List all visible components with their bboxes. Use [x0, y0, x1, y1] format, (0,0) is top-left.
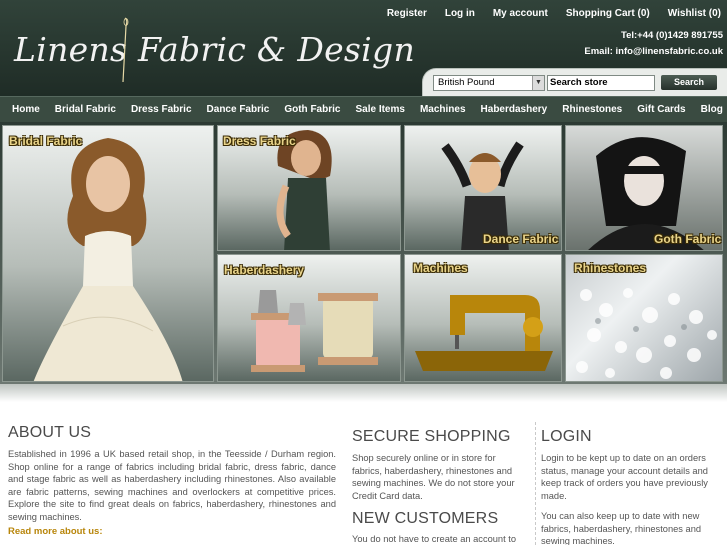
tile-label-bridal-fabric: Bridal Fabric	[9, 134, 83, 148]
nav-item-dress-fabric[interactable]: Dress Fabric	[131, 104, 192, 115]
tile-label-haberdashery: Haberdashery	[224, 263, 305, 277]
nav-item-rhinestones[interactable]: Rhinestones	[562, 104, 622, 115]
account-links: Register Log in My account Shopping Cart…	[387, 8, 721, 19]
secure-shopping-section: SECURE SHOPPING Shop securely online or …	[352, 428, 528, 545]
about-us-section: ABOUT US Established in 1996 a UK based …	[8, 424, 336, 537]
tile-label-goth-fabric: Goth Fabric	[654, 232, 722, 246]
login-section: LOGIN Login to be kept up to date on an …	[541, 428, 711, 545]
nav-item-blog[interactable]: Blog	[701, 104, 723, 115]
about-us-text: Established in 1996 a UK based retail sh…	[8, 449, 336, 522]
search-bar: British Pound ▼ Search store Search	[422, 68, 727, 96]
login-text-1: Login to be kept up to date on an orders…	[541, 453, 708, 501]
bride-image	[33, 138, 183, 381]
tile-machines[interactable]: Machines	[404, 254, 562, 382]
site-logo[interactable]: Linens Fabric & Design	[14, 30, 415, 69]
email-text[interactable]: Email: info@linensfabric.co.uk	[584, 46, 723, 57]
search-input[interactable]: Search store	[547, 75, 655, 91]
new-customers-text: You do not have to create an account to …	[352, 534, 517, 544]
main-nav: Home Bridal Fabric Dress Fabric Dance Fa…	[0, 96, 727, 122]
nav-item-dance-fabric[interactable]: Dance Fabric	[207, 104, 270, 115]
nav-item-gift-cards[interactable]: Gift Cards	[637, 104, 685, 115]
shopping-cart-link[interactable]: Shopping Cart (0)	[566, 8, 650, 19]
tile-goth-fabric[interactable]: Goth Fabric	[565, 125, 723, 251]
column-divider	[535, 422, 536, 545]
tile-dance-fabric[interactable]: Dance Fabric	[404, 125, 562, 251]
read-more-link[interactable]: Read more about us:	[8, 526, 336, 537]
tile-dress-fabric[interactable]: Dress Fabric	[217, 125, 401, 251]
register-link[interactable]: Register	[387, 8, 427, 19]
nav-item-goth-fabric[interactable]: Goth Fabric	[284, 104, 340, 115]
currency-select[interactable]: British Pound ▼	[433, 75, 545, 91]
my-account-link[interactable]: My account	[493, 8, 548, 19]
tile-label-dance-fabric: Dance Fabric	[483, 232, 559, 246]
about-us-heading: ABOUT US	[8, 424, 92, 441]
new-customers-heading: NEW CUSTOMERS	[352, 510, 499, 527]
secure-shopping-heading: SECURE SHOPPING	[352, 428, 511, 445]
login-heading: LOGIN	[541, 428, 592, 445]
login-link[interactable]: Log in	[445, 8, 475, 19]
tile-label-machines: Machines	[413, 261, 468, 275]
tile-bridal-fabric[interactable]: Bridal Fabric	[2, 125, 214, 382]
secure-shopping-text: Shop securely online or in store for fab…	[352, 453, 515, 501]
nav-item-home[interactable]: Home	[12, 104, 40, 115]
new-customers-section: NEW CUSTOMERS You do not have to create …	[352, 510, 528, 545]
category-banner: Bridal Fabric Dress Fabric Dance Fabric	[0, 122, 727, 384]
nav-item-haberdashery[interactable]: Haberdashery	[481, 104, 548, 115]
tile-label-rhinestones: Rhinestones	[574, 261, 647, 275]
tile-rhinestones[interactable]: Rhinestones	[565, 254, 723, 382]
needle-icon	[122, 17, 129, 83]
search-button[interactable]: Search	[661, 75, 717, 90]
chevron-down-icon[interactable]: ▼	[532, 76, 544, 90]
login-text-2: You can also keep up to date with new fa…	[541, 511, 702, 545]
currency-selected-value: British Pound	[438, 77, 495, 88]
telephone-text: Tel:+44 (0)1429 891755	[620, 30, 723, 41]
banner-reflection	[0, 384, 727, 402]
tile-label-dress-fabric: Dress Fabric	[223, 134, 296, 148]
site-header: Linens Fabric & Design Register Log in M…	[0, 0, 727, 96]
nav-item-machines[interactable]: Machines	[420, 104, 466, 115]
tile-haberdashery[interactable]: Haberdashery	[217, 254, 401, 382]
nav-item-sale-items[interactable]: Sale Items	[355, 104, 404, 115]
wishlist-link[interactable]: Wishlist (0)	[668, 8, 721, 19]
nav-item-bridal-fabric[interactable]: Bridal Fabric	[55, 104, 116, 115]
